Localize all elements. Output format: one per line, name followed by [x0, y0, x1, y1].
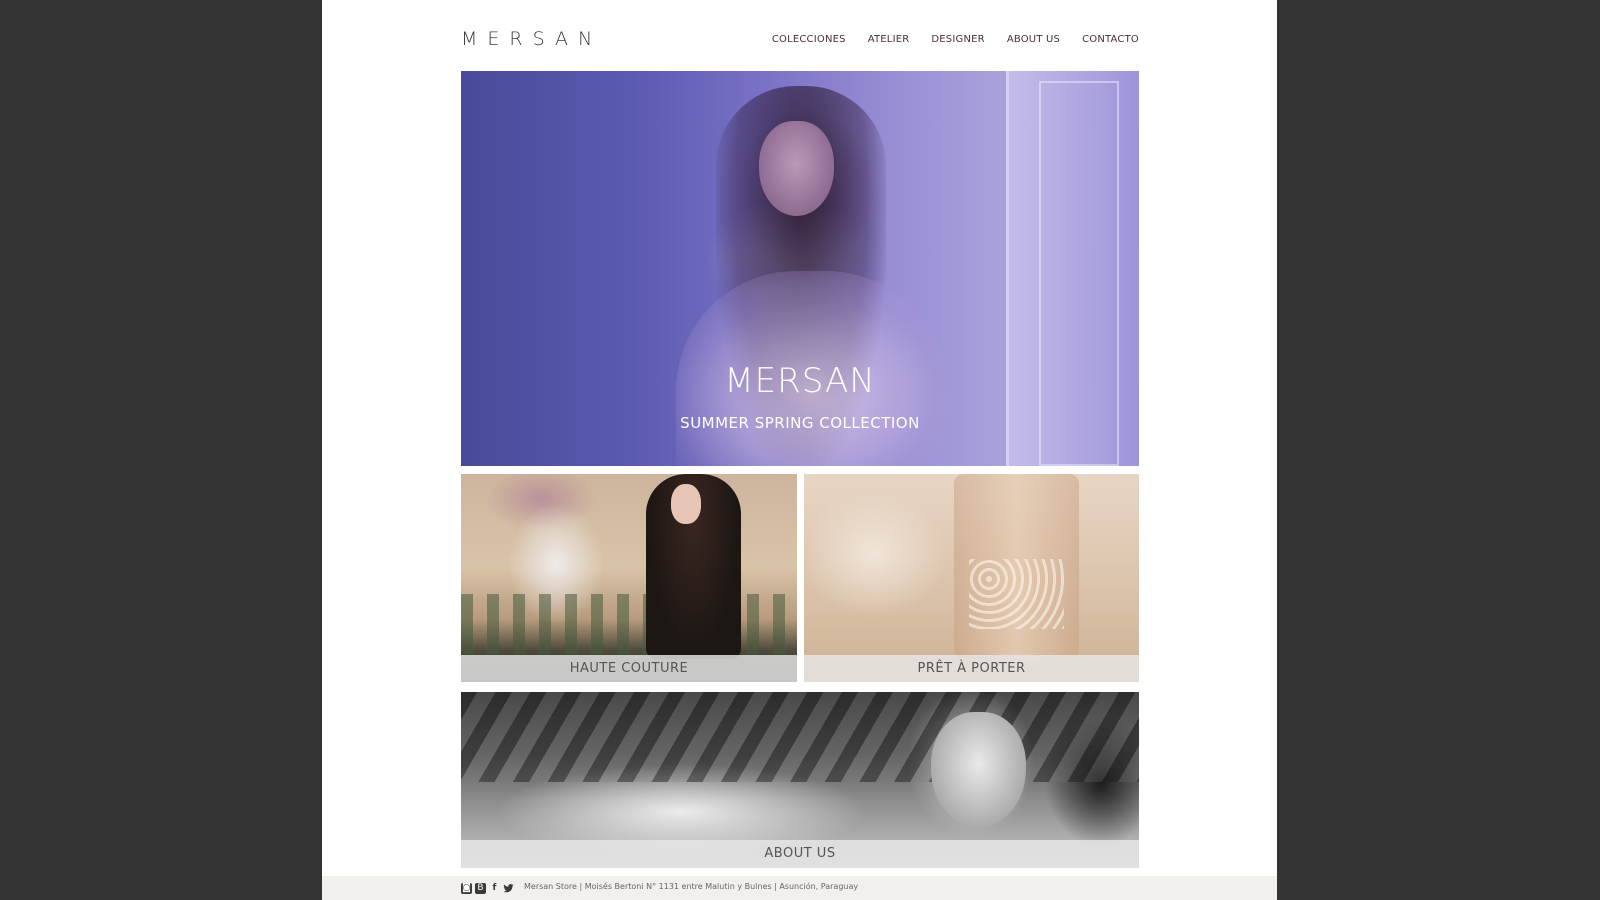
hero-subtitle: SUMMER SPRING COLLECTION	[680, 414, 920, 432]
tile-about-us[interactable]: ABOUT US	[461, 692, 1139, 868]
tile-pret-a-porter[interactable]: PRÊT À PORTER	[804, 474, 1139, 682]
hero-banner[interactable]: MERSAN SUMMER SPRING COLLECTION	[461, 71, 1139, 466]
nav-designer[interactable]: DESIGNER	[931, 34, 984, 45]
tile-image-face	[931, 712, 1026, 827]
tile-image-face	[671, 484, 701, 524]
tile-image-vines	[461, 594, 797, 654]
nav-atelier[interactable]: ATELIER	[868, 34, 910, 45]
tile-caption: ABOUT US	[461, 840, 1139, 868]
tile-image-lace	[969, 559, 1064, 629]
site-logo[interactable]: MERSAN	[461, 28, 602, 50]
twitter-bird-glyph	[503, 884, 514, 893]
tile-caption: HAUTE COUTURE	[461, 655, 797, 682]
site-footer: ◙ B f Mersan Store | Moisés Bertoni N° 1…	[322, 876, 1277, 900]
tile-caption: PRÊT À PORTER	[804, 655, 1139, 682]
footer-address: Mersan Store | Moisés Bertoni N° 1131 en…	[524, 882, 859, 891]
blogger-icon[interactable]: B	[475, 883, 486, 894]
hero-title: MERSAN	[724, 361, 876, 401]
nav-about-us[interactable]: ABOUT US	[1007, 34, 1060, 45]
social-links: ◙ B f	[461, 883, 514, 894]
tile-image-leaves	[461, 692, 1139, 782]
facebook-icon[interactable]: f	[489, 883, 500, 894]
site-header: MERSAN COLECCIONES ATELIER DESIGNER ABOU…	[461, 26, 1139, 56]
nav-contacto[interactable]: CONTACTO	[1082, 34, 1139, 45]
instagram-icon[interactable]: ◙	[461, 883, 472, 894]
main-nav: COLECCIONES ATELIER DESIGNER ABOUT US CO…	[772, 34, 1139, 45]
page-container: MERSAN COLECCIONES ATELIER DESIGNER ABOU…	[322, 0, 1277, 900]
twitter-icon[interactable]	[503, 883, 514, 894]
hero-image-face	[759, 121, 834, 216]
tile-haute-couture[interactable]: HAUTE COUTURE	[461, 474, 797, 682]
nav-colecciones[interactable]: COLECCIONES	[772, 34, 846, 45]
hero-image-door-panel	[1039, 81, 1119, 466]
